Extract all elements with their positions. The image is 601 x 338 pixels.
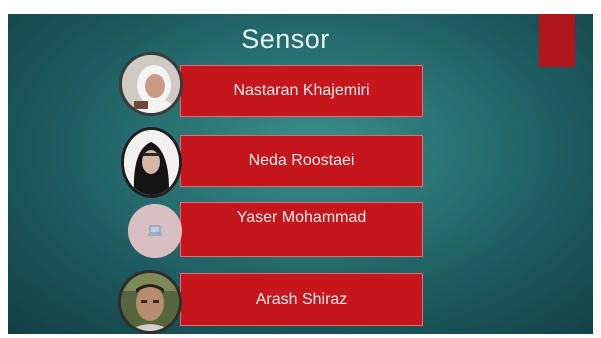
avatar-photo bbox=[119, 52, 183, 116]
avatar-photo bbox=[118, 270, 182, 334]
member-name: Arash Shiraz bbox=[255, 290, 348, 308]
member-card-arash[interactable]: Arash Shiraz bbox=[180, 273, 423, 326]
slide: Sensor Nastaran Khajemiri Neda Roostaei … bbox=[8, 14, 593, 334]
corner-accent-tab bbox=[539, 14, 575, 67]
member-name: Neda Roostaei bbox=[248, 152, 355, 169]
member-name: Yaser Mohammad bbox=[236, 209, 367, 226]
member-name: Nastaran Khajemiri bbox=[233, 82, 370, 99]
member-card-neda[interactable]: Neda Roostaei bbox=[180, 135, 423, 187]
slide-title: Sensor bbox=[241, 24, 330, 54]
member-card-yaser[interactable]: Yaser Mohammad bbox=[180, 202, 423, 257]
avatar-placeholder bbox=[128, 204, 182, 258]
member-card-nastaran[interactable]: Nastaran Khajemiri bbox=[180, 65, 423, 117]
avatar-photo bbox=[121, 127, 182, 198]
image-placeholder-icon bbox=[148, 225, 162, 236]
